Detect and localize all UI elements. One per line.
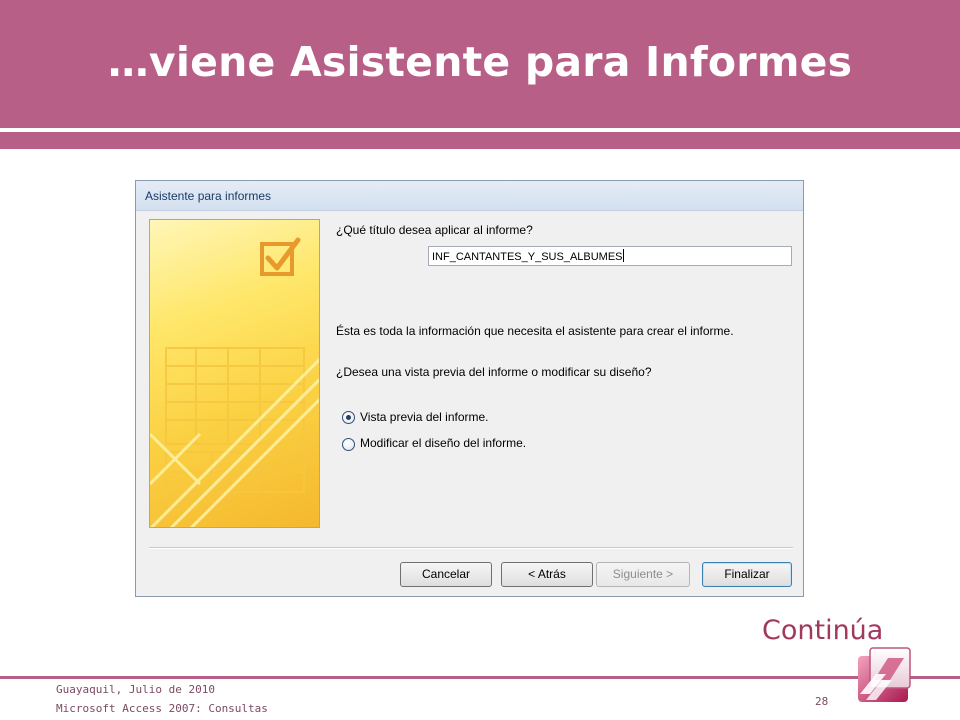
preview-radio[interactable] [342, 411, 355, 424]
title-question-label: ¿Qué título desea aplicar al informe? [336, 223, 533, 237]
info-text: Ésta es toda la información que necesita… [336, 324, 734, 338]
text-caret [622, 249, 624, 262]
preview-question-label: ¿Desea una vista previa del informe o mo… [336, 365, 652, 379]
dialog-separator [149, 547, 793, 549]
back-button[interactable]: < Atrás [501, 562, 593, 587]
footer-location-date: Guayaquil, Julio de 2010 [56, 683, 215, 696]
footer-divider [0, 676, 960, 679]
modify-design-option-label[interactable]: Modificar el diseño del informe. [360, 436, 526, 450]
header-band [0, 132, 960, 149]
checkbox-report-icon [149, 219, 320, 528]
modify-design-radio[interactable] [342, 438, 355, 451]
microsoft-access-logo-icon [852, 644, 916, 708]
radio-selected-dot [346, 415, 351, 420]
preview-option-label[interactable]: Vista previa del informe. [360, 410, 489, 424]
page-number: 28 [815, 695, 829, 708]
continue-label: Continúa [762, 615, 884, 646]
slide-title: …viene Asistente para Informes [107, 38, 853, 86]
report-wizard-dialog: Asistente para informes ¿Qué título dese… [135, 180, 804, 597]
report-title-input[interactable]: INF_CANTANTES_Y_SUS_ALBUMES [428, 246, 792, 266]
finish-button[interactable]: Finalizar [702, 562, 792, 587]
cancel-button[interactable]: Cancelar [400, 562, 492, 587]
dialog-titlebar[interactable]: Asistente para informes [136, 181, 803, 211]
slide-header: …viene Asistente para Informes [0, 0, 960, 128]
report-title-value: INF_CANTANTES_Y_SUS_ALBUMES [432, 251, 623, 263]
dialog-body: ¿Qué título desea aplicar al informe? IN… [136, 212, 803, 596]
footer-course-title: Microsoft Access 2007: Consultas [56, 702, 268, 715]
dialog-title: Asistente para informes [145, 189, 272, 203]
next-button[interactable]: Siguiente > [596, 562, 690, 587]
